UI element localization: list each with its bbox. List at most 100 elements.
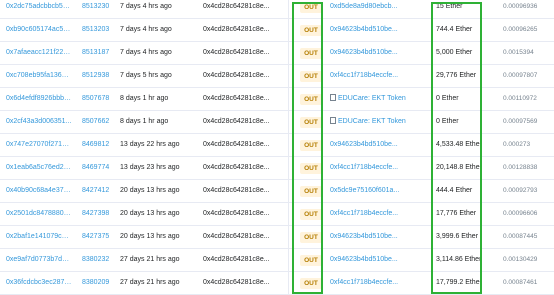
direction-cell: OUT <box>300 111 324 133</box>
block-number-link[interactable]: 8427412 <box>82 180 122 202</box>
out-badge: OUT <box>300 140 322 151</box>
out-badge: OUT <box>300 25 322 36</box>
tx-hash-link[interactable]: 0x2dc75adcbbcb57... <box>6 0 72 18</box>
to-address-label: 0x5dc9e75160f601a... <box>330 187 400 194</box>
tx-hash-link[interactable]: 0x747e27070f27133... <box>6 134 72 156</box>
to-address-link[interactable]: 0x5dc9e75160f601a... <box>330 180 425 202</box>
tx-age: 7 days 4 hrs ago <box>120 3 172 10</box>
table-row: 0x6d4efdf8926bbbe... 8507678 8 days 1 hr a… <box>0 88 554 111</box>
table-row: 0xe9af7d0773b7d49... 8380232 27 days 21 hr… <box>0 249 554 272</box>
out-badge: OUT <box>300 94 322 105</box>
block-number-link[interactable]: 8513187 <box>82 42 122 64</box>
tx-value: 17,776 Ether <box>436 210 477 217</box>
direction-cell: OUT <box>300 88 324 110</box>
table-row: 0xb90c605174ac56... 8513203 7 days 4 hrs a… <box>0 19 554 42</box>
to-address-link[interactable]: 0xd5de8a9d80ebcb... <box>330 0 425 18</box>
table-row: 0x2cf43a3d006351... 8507662 8 days 1 hr ag… <box>0 111 554 134</box>
tx-hash-link[interactable]: 0xb90c605174ac56... <box>6 19 72 41</box>
tx-value: 3,999.6 Ether <box>436 233 479 240</box>
from-address: 0x4cd28c64281c8e... <box>203 118 270 125</box>
block-number-link[interactable]: 8469774 <box>82 157 122 179</box>
tx-age: 7 days 5 hrs ago <box>120 72 172 79</box>
from-address: 0x4cd28c64281c8e... <box>203 210 270 217</box>
block-number-link[interactable]: 8513230 <box>82 0 122 18</box>
from-address: 0x4cd28c64281c8e... <box>203 233 270 240</box>
to-address-link[interactable]: EDUCare: EKT Token <box>330 88 425 110</box>
tx-value: 3,114.86 Ether <box>436 256 482 263</box>
to-address-label: 0xf4cc1f718b4eccfe... <box>330 210 399 217</box>
to-address-label: 0xf4cc1f718b4eccfe... <box>330 164 399 171</box>
from-address: 0x4cd28c64281c8e... <box>203 256 270 263</box>
from-address: 0x4cd28c64281c8e... <box>203 26 270 33</box>
block-number-link[interactable]: 8380232 <box>82 249 122 271</box>
tx-value: 29,776 Ether <box>436 72 477 79</box>
from-address: 0x4cd28c64281c8e... <box>203 187 270 194</box>
tx-hash-link[interactable]: 0x2baf1e141079c6f... <box>6 226 72 248</box>
tx-age: 7 days 4 hrs ago <box>120 26 172 33</box>
tx-hash-link[interactable]: 0x36fcdcbc3ec287e... <box>6 272 72 294</box>
to-address-label: 0x94623b4bd510be... <box>330 49 398 56</box>
to-address-link[interactable]: 0x94623b4bd510be... <box>330 19 425 41</box>
tx-hash-link[interactable]: 0x1eab6a5c76ed2c... <box>6 157 72 179</box>
block-number-link[interactable]: 8427398 <box>82 203 122 225</box>
tx-fee: 0.000273 <box>503 141 531 148</box>
tx-age: 8 days 1 hr ago <box>120 118 169 125</box>
to-address-label: 0xd5de8a9d80ebcb... <box>330 3 398 10</box>
tx-value: 0 Ether <box>436 118 459 125</box>
out-badge: OUT <box>300 255 322 266</box>
to-address-link[interactable]: 0xf4cc1f718b4eccfe... <box>330 272 425 294</box>
to-address-label: 0xf4cc1f718b4eccfe... <box>330 72 399 79</box>
tx-hash-link[interactable]: 0x6d4efdf8926bbbe... <box>6 88 72 110</box>
out-badge: OUT <box>300 71 322 82</box>
to-address-link[interactable]: 0x94623b4bd510be... <box>330 134 425 156</box>
tx-fee: 0.00096936 <box>503 3 538 10</box>
tx-age: 20 days 13 hrs ago <box>120 233 180 240</box>
tx-age: 27 days 21 hrs ago <box>120 256 180 263</box>
tx-hash-link[interactable]: 0x2501dc8478880a... <box>6 203 72 225</box>
tx-value: 17,799.2 Ether <box>436 279 482 286</box>
to-address-link[interactable]: 0x94623b4bd510be... <box>330 226 425 248</box>
tx-value: 444.4 Ether <box>436 187 473 194</box>
tx-fee: 0.00130429 <box>503 256 538 263</box>
out-badge: OUT <box>300 186 322 197</box>
direction-cell: OUT <box>300 249 324 271</box>
tx-hash-link[interactable]: 0x2cf43a3d006351... <box>6 111 72 133</box>
direction-cell: OUT <box>300 134 324 156</box>
table-row: 0x1eab6a5c76ed2c... 8469774 13 days 23 hrs… <box>0 157 554 180</box>
tx-hash-link[interactable]: 0xe9af7d0773b7d49... <box>6 249 72 271</box>
block-number-link[interactable]: 8513203 <box>82 19 122 41</box>
to-address-link[interactable]: 0x94623b4bd510be... <box>330 42 425 64</box>
block-number-link[interactable]: 8507662 <box>82 111 122 133</box>
tx-fee: 0.00128838 <box>503 164 538 171</box>
block-number-link[interactable]: 8507678 <box>82 88 122 110</box>
tx-fee: 0.00110972 <box>503 95 537 102</box>
direction-cell: OUT <box>300 180 324 202</box>
out-badge: OUT <box>300 209 322 220</box>
tx-hash-link[interactable]: 0xc708eb95fa136ae... <box>6 65 72 87</box>
to-address-label: EDUCare: EKT Token <box>338 95 406 102</box>
direction-cell: OUT <box>300 272 324 294</box>
to-address-link[interactable]: 0xf4cc1f718b4eccfe... <box>330 203 425 225</box>
from-address: 0x4cd28c64281c8e... <box>203 3 270 10</box>
to-address-link[interactable]: 0x94623b4bd510be... <box>330 249 425 271</box>
to-address-link[interactable]: 0xf4cc1f718b4eccfe... <box>330 157 425 179</box>
tx-hash-link[interactable]: 0x7afaeacc121f22c... <box>6 42 72 64</box>
table-row: 0x40b90c68a4e37b... 8427412 20 days 13 hrs… <box>0 180 554 203</box>
tx-age: 27 days 21 hrs ago <box>120 279 180 286</box>
tx-age: 8 days 1 hr ago <box>120 95 169 102</box>
tx-fee: 0.00087461 <box>503 279 538 286</box>
tx-hash-link[interactable]: 0x40b90c68a4e37b... <box>6 180 72 202</box>
to-address-label: 0x94623b4bd510be... <box>330 256 398 263</box>
to-address-link[interactable]: EDUCare: EKT Token <box>330 111 425 133</box>
to-address-label: 0x94623b4bd510be... <box>330 141 398 148</box>
to-address-link[interactable]: 0xf4cc1f718b4eccfe... <box>330 65 425 87</box>
tx-fee: 0.00096606 <box>503 210 538 217</box>
from-address: 0x4cd28c64281c8e... <box>203 49 270 56</box>
direction-cell: OUT <box>300 19 324 41</box>
block-number-link[interactable]: 8512938 <box>82 65 122 87</box>
block-number-link[interactable]: 8469812 <box>82 134 122 156</box>
tx-age: 13 days 23 hrs ago <box>120 164 180 171</box>
block-number-link[interactable]: 8427375 <box>82 226 122 248</box>
tx-value: 20,148.8 Ether <box>436 164 482 171</box>
block-number-link[interactable]: 8380209 <box>82 272 122 294</box>
